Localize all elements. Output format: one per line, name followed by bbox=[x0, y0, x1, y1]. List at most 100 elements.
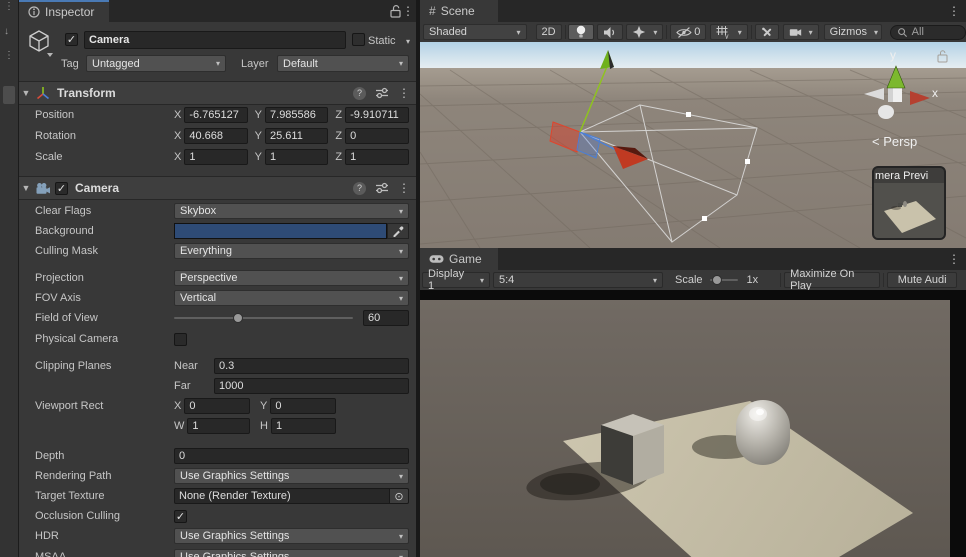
culling-mask-dropdown[interactable]: Everything ▾ bbox=[174, 243, 409, 259]
game-menu-icon[interactable]: ⋮ bbox=[948, 253, 960, 265]
field-of-view-slider[interactable] bbox=[174, 313, 353, 323]
game-panel: Game ⋮ Display 1 ▾ 5:4 ▾ Scale 1x Maximi… bbox=[420, 248, 966, 557]
hdr-dropdown[interactable]: Use Graphics Settings ▾ bbox=[174, 528, 409, 544]
static-checkbox[interactable] bbox=[352, 33, 365, 46]
gizmos-dropdown[interactable]: Gizmos ▾ bbox=[823, 24, 882, 40]
far-field[interactable]: 1000 bbox=[214, 378, 409, 394]
mute-audio-button[interactable]: Mute Audi bbox=[887, 272, 958, 288]
scene-effects-dropdown[interactable]: ▾ bbox=[626, 24, 664, 40]
slider-handle[interactable] bbox=[233, 313, 244, 323]
object-picker-icon[interactable]: ⊙ bbox=[390, 488, 409, 504]
component-menu-icon[interactable]: ⋮ bbox=[398, 182, 410, 194]
scale-x-field[interactable]: 1 bbox=[184, 149, 248, 165]
foldout-icon[interactable]: ▼ bbox=[19, 183, 33, 193]
component-menu-icon[interactable]: ⋮ bbox=[398, 87, 410, 99]
background-color-swatch[interactable] bbox=[174, 223, 387, 239]
occlusion-culling-checkbox[interactable]: ✓ bbox=[174, 509, 187, 523]
maximize-on-play-button[interactable]: Maximize On Play bbox=[784, 268, 881, 292]
projection-dropdown[interactable]: Perspective ▾ bbox=[174, 270, 409, 286]
field-of-view-value: 60 bbox=[368, 312, 381, 324]
scene-lighting-button[interactable] bbox=[568, 24, 595, 40]
foldout-icon[interactable]: ▼ bbox=[19, 88, 33, 98]
rotation-y-field[interactable]: 25.611 bbox=[265, 128, 329, 144]
gameobject-active-checkbox[interactable]: ✓ bbox=[65, 33, 78, 46]
position-y-field[interactable]: 7.985586 bbox=[265, 107, 329, 123]
kebab-menu-icon[interactable]: ⋮ bbox=[4, 50, 14, 61]
slider-handle[interactable] bbox=[711, 275, 722, 285]
position-x-field[interactable]: -6.765127 bbox=[184, 107, 248, 123]
shading-mode-dropdown[interactable]: Shaded ▾ bbox=[423, 24, 527, 40]
viewport-w-field[interactable]: 1 bbox=[187, 418, 250, 434]
persp-toggle[interactable]: < Persp bbox=[872, 134, 917, 149]
game-scale-slider[interactable] bbox=[709, 275, 738, 285]
msaa-dropdown[interactable]: Use Graphics Settings ▾ bbox=[174, 549, 409, 557]
fov-axis-dropdown[interactable]: Vertical ▾ bbox=[174, 290, 409, 306]
tag-value: Untagged bbox=[92, 57, 140, 70]
display-dropdown[interactable]: Display 1 ▾ bbox=[422, 268, 490, 292]
gizmo-x-axis-label[interactable]: x bbox=[932, 86, 938, 100]
transform-header[interactable]: ▼ Transform ? ⋮ bbox=[19, 81, 416, 105]
eyedropper-button[interactable] bbox=[387, 223, 409, 239]
physical-camera-label: Physical Camera bbox=[35, 333, 119, 345]
inspector-menu-icon[interactable]: ⋮ bbox=[402, 5, 414, 17]
scene-audio-button[interactable] bbox=[597, 24, 624, 40]
camera-component-header[interactable]: ▼ ✓ Camera ? ⋮ bbox=[19, 176, 416, 200]
scale-z-field[interactable]: 1 bbox=[345, 149, 410, 165]
viewport-y-field[interactable]: 0 bbox=[270, 398, 336, 414]
dock-handle[interactable] bbox=[3, 86, 15, 104]
rotation-x-field[interactable]: 40.668 bbox=[184, 128, 248, 144]
tag-dropdown[interactable]: Untagged ▾ bbox=[86, 55, 226, 72]
scene-camera-dropdown[interactable]: ▾ bbox=[782, 24, 819, 40]
target-texture-object-field[interactable]: None (Render Texture) ⊙ bbox=[174, 488, 409, 504]
target-texture-value: None (Render Texture) bbox=[179, 490, 291, 502]
gizmo-y-axis-label[interactable]: y bbox=[890, 48, 896, 62]
padlock-open-icon bbox=[390, 5, 401, 18]
tab-game[interactable]: Game bbox=[420, 248, 498, 270]
game-viewport[interactable] bbox=[420, 290, 966, 557]
aspect-ratio-value: 5:4 bbox=[499, 274, 515, 286]
help-icon[interactable]: ? bbox=[353, 86, 366, 100]
help-icon[interactable]: ? bbox=[353, 181, 366, 195]
scene-grid-dropdown[interactable]: y ▾ bbox=[710, 24, 748, 40]
camera-enabled-checkbox[interactable]: ✓ bbox=[55, 181, 68, 195]
tab-inspector[interactable]: Inspector bbox=[19, 0, 109, 22]
display-value: Display 1 bbox=[428, 268, 465, 292]
kebab-menu-icon[interactable]: ⋮ bbox=[4, 1, 14, 12]
scale-y-value: 1 bbox=[270, 151, 277, 163]
capsule-object bbox=[736, 400, 790, 465]
clear-flags-row: Clear Flags Skybox ▾ bbox=[35, 203, 409, 219]
gameobject-name-field[interactable]: Camera bbox=[84, 31, 346, 49]
viewport-h-field[interactable]: 1 bbox=[270, 418, 336, 434]
scene-tools-button[interactable] bbox=[754, 24, 779, 40]
depth-field[interactable]: 0 bbox=[174, 448, 409, 464]
presets-icon[interactable] bbox=[375, 182, 389, 194]
2d-label: 2D bbox=[541, 26, 556, 38]
toggle-2d-button[interactable]: 2D bbox=[535, 24, 562, 40]
hdr-value: Use Graphics Settings bbox=[180, 530, 290, 542]
static-dropdown-icon[interactable]: ▾ bbox=[406, 37, 410, 46]
clear-flags-dropdown[interactable]: Skybox ▾ bbox=[174, 203, 409, 219]
gameobject-name: Camera bbox=[89, 34, 130, 46]
scene-viewport[interactable]: y x < Persp mera Previ bbox=[420, 42, 966, 248]
scale-y-field[interactable]: 1 bbox=[265, 149, 329, 165]
position-z-field[interactable]: -9.910711 bbox=[345, 107, 410, 123]
lightbulb-icon bbox=[577, 25, 586, 38]
rendering-path-dropdown[interactable]: Use Graphics Settings ▾ bbox=[174, 468, 409, 484]
down-arrow-icon[interactable]: ↓ bbox=[4, 26, 9, 37]
toolbar-separator bbox=[750, 25, 752, 39]
gameobject-cube-icon[interactable] bbox=[27, 29, 53, 57]
scene-search-input[interactable]: All bbox=[889, 24, 966, 40]
scene-menu-icon[interactable]: ⋮ bbox=[948, 5, 960, 17]
tab-scene[interactable]: # Scene bbox=[420, 0, 498, 22]
rotation-z-field[interactable]: 0 bbox=[345, 128, 410, 144]
physical-camera-checkbox[interactable] bbox=[174, 332, 187, 346]
aspect-ratio-dropdown[interactable]: 5:4 ▾ bbox=[493, 272, 663, 288]
presets-icon[interactable] bbox=[375, 87, 389, 99]
layer-dropdown[interactable]: Default ▾ bbox=[277, 55, 409, 72]
lock-icon[interactable] bbox=[389, 4, 402, 18]
near-field[interactable]: 0.3 bbox=[214, 358, 409, 374]
field-of-view-field[interactable]: 60 bbox=[363, 310, 409, 326]
viewport-x-field[interactable]: 0 bbox=[184, 398, 250, 414]
hidden-objects-button[interactable]: 0 bbox=[670, 24, 707, 40]
cube-object bbox=[601, 414, 664, 485]
